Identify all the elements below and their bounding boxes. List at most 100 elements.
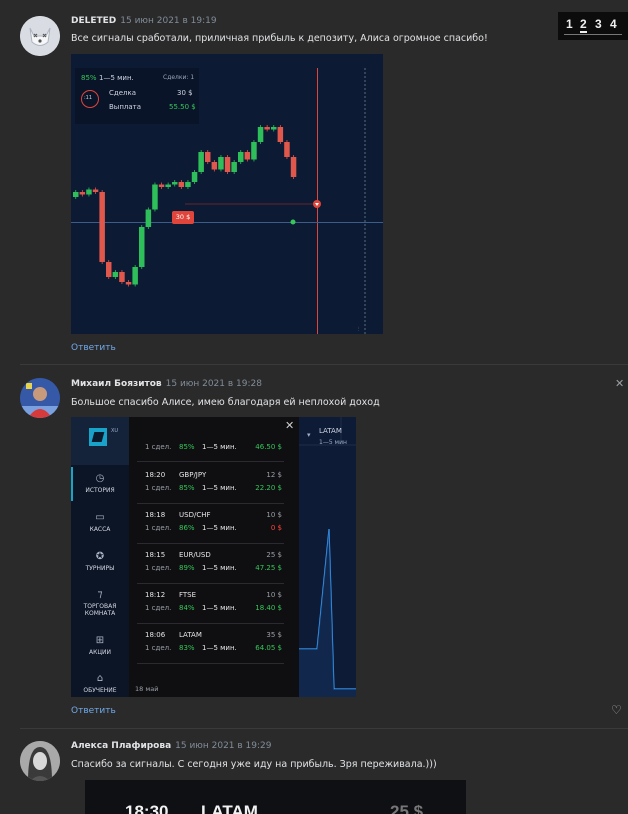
trade-duration: 1—5 мин.: [202, 604, 237, 612]
sidebar-item-education[interactable]: ⌂ ОБУЧЕНИЕ: [71, 673, 129, 694]
sidebar-item-label: ОБУЧЕНИЕ: [83, 687, 117, 694]
candles-group: [73, 125, 297, 287]
payout-value: 55.50 $: [169, 103, 196, 111]
candle: [112, 272, 119, 277]
close-icon[interactable]: ✕: [285, 419, 294, 432]
trade-percent: 89%: [179, 564, 195, 572]
trade-duration: 1—5 мин.: [202, 484, 237, 492]
trade-percent: 86%: [179, 524, 195, 532]
trade-asset: FTSE: [179, 591, 197, 599]
trade-row[interactable]: 18:20 GBP/JPY 12 $ 1 сдел. 85% 1—5 мин. 22.20 …: [137, 469, 284, 497]
avatar-mikhail[interactable]: [20, 378, 60, 418]
trade-row[interactable]: 18:06 LATAM 35 $ 1 сдел. 83% 1—5 мин. 64.05 $: [137, 629, 284, 657]
trade-summary-card: 85% 1—5 мин. Сделки: 1 :11 Сделка 30 $ В…: [75, 68, 199, 124]
comment-author[interactable]: DELETED 15 июн 2021 в 19:19: [71, 16, 217, 26]
sidebar-item-promotions[interactable]: ⊞ АКЦИИ: [71, 635, 129, 656]
trade-payout: 22.20 $: [255, 484, 282, 492]
author-name[interactable]: Михаил Боязитов: [71, 379, 162, 389]
trade-asset: GBP/JPY: [179, 471, 207, 479]
candle: [185, 182, 191, 187]
comment-date[interactable]: 15 июн 2021 в 19:19: [120, 16, 216, 26]
candle: [125, 282, 132, 285]
trade-amount: 35 $: [266, 631, 282, 639]
trading-chart-image[interactable]: ... 85% 1—5 мин. Сделки: 1 :11 Сделка 30…: [71, 54, 383, 334]
trade-deals: 1 сдел.: [145, 644, 172, 652]
candle: [231, 162, 237, 172]
candle: [165, 184, 171, 187]
comment-text: Большое спасибо Алисе, имею благодаря ей…: [71, 397, 380, 408]
payout-label: Выплата: [109, 103, 142, 111]
price-dot: [290, 219, 296, 225]
deals-count: Сделки: 1: [163, 74, 195, 81]
comment-date[interactable]: 15 июн 2021 в 19:28: [166, 379, 262, 389]
candle: [264, 127, 270, 130]
sidebar-item-label: ИСТОРИЯ: [85, 487, 115, 494]
comment-text: Все сигналы сработали, приличная прибыль…: [71, 33, 488, 44]
candle: [211, 162, 218, 170]
trade-payout: 18.40 $: [255, 604, 282, 612]
candle: [191, 172, 198, 182]
candle: [251, 142, 257, 160]
comment-author[interactable]: Михаил Боязитов 15 июн 2021 в 19:28: [71, 379, 262, 389]
pagination: 1 2 3 4: [558, 12, 628, 40]
trade-time: 18:20: [145, 471, 166, 479]
sidebar-item-cashier[interactable]: ▭ КАССА: [71, 512, 129, 533]
clock-icon: ◷: [95, 473, 105, 484]
trade-duration: 1—5 мин.: [202, 644, 237, 652]
sidebar-item-history[interactable]: ◷ ИСТОРИЯ: [71, 473, 129, 494]
comment-date[interactable]: 15 июн 2021 в 19:29: [175, 741, 271, 751]
trade-payout: 47.25 $: [255, 564, 282, 572]
right-duration-label: 1—5 мин: [319, 439, 347, 446]
comment-author[interactable]: Алекса Плафирова 15 июн 2021 в 19:29: [71, 741, 272, 751]
deal-marker-badge: 30 $: [172, 211, 194, 224]
page-1[interactable]: 1: [566, 17, 573, 31]
trade-deals: 1 сдел.: [145, 564, 172, 572]
timer-circle-icon: :11: [81, 90, 99, 108]
graduation-cap-icon: ⌂: [96, 673, 104, 684]
trade-history-image[interactable]: ▾ LATAM 1—5 мин XU ◷ ИСТОРИЯ ▭ КАССА ✪ ТУРН…: [71, 417, 356, 697]
row-separator: [137, 543, 284, 544]
trade-row[interactable]: 18:15 EUR/USD 25 $ 1 сдел. 89% 1—5 мин. 47.25 …: [137, 549, 284, 577]
candle: [92, 189, 99, 192]
trade-amount: 25 $: [266, 551, 282, 559]
row-separator: [137, 461, 284, 462]
sidebar-item-trading-room[interactable]: ⁊ ТОРГОВАЯ КОМНАТА: [71, 589, 129, 617]
trade-image-partial[interactable]: 18:30 LATAM 25 $: [85, 780, 466, 814]
trade-deals: 1 сдел.: [145, 443, 172, 451]
pager-underline: [564, 34, 622, 35]
page-3[interactable]: 3: [595, 17, 602, 31]
candle: [152, 184, 158, 210]
right-asset-label: LATAM: [319, 427, 342, 435]
reply-link[interactable]: Ответить: [71, 706, 116, 716]
deleted-dog-icon: [20, 16, 60, 56]
avatar-alexa[interactable]: [20, 741, 60, 781]
trade-row[interactable]: 18:12 FTSE 10 $ 1 сдел. 84% 1—5 мин. 18.40 $: [137, 589, 284, 617]
trade-row[interactable]: 18:18 USD/CHF 10 $ 1 сдел. 86% 1—5 мин. 0 $: [137, 509, 284, 537]
trade-time: 18:12: [145, 591, 166, 599]
candle: [145, 209, 152, 227]
deal-label: Сделка: [109, 89, 137, 97]
candle: [284, 142, 290, 157]
page-4[interactable]: 4: [610, 17, 617, 31]
page-2-current[interactable]: 2: [580, 17, 587, 33]
app-logo-icon[interactable]: XU: [71, 417, 129, 465]
user-photo-icon: [20, 741, 60, 781]
row-separator: [137, 623, 284, 624]
trade-row[interactable]: 1 сдел. 85% 1—5 мин. 46.50 $: [137, 443, 284, 457]
chevron-down-icon[interactable]: ▾: [307, 431, 311, 439]
avatar-deleted[interactable]: [20, 16, 60, 56]
author-name[interactable]: DELETED: [71, 16, 116, 26]
trade-deals: 1 сдел.: [145, 484, 172, 492]
candle: [290, 157, 297, 177]
sidebar-item-tournaments[interactable]: ✪ ТУРНИРЫ: [71, 551, 129, 572]
author-name[interactable]: Алекса Плафирова: [71, 741, 171, 751]
sidebar-item-label: ТОРГОВАЯ КОМНАТА: [83, 603, 117, 617]
close-icon[interactable]: ✕: [615, 377, 624, 390]
reply-link[interactable]: Ответить: [71, 343, 116, 353]
trade-time: 18:30: [125, 802, 169, 814]
app-sidebar: XU ◷ ИСТОРИЯ ▭ КАССА ✪ ТУРНИРЫ ⁊ ТОРГОВАЯ КО…: [71, 417, 129, 697]
like-heart-icon[interactable]: ♡: [611, 703, 622, 717]
trade-payout: 0 $: [270, 524, 282, 532]
candle: [99, 192, 105, 262]
sidebar-item-label: ТУРНИРЫ: [85, 565, 115, 572]
